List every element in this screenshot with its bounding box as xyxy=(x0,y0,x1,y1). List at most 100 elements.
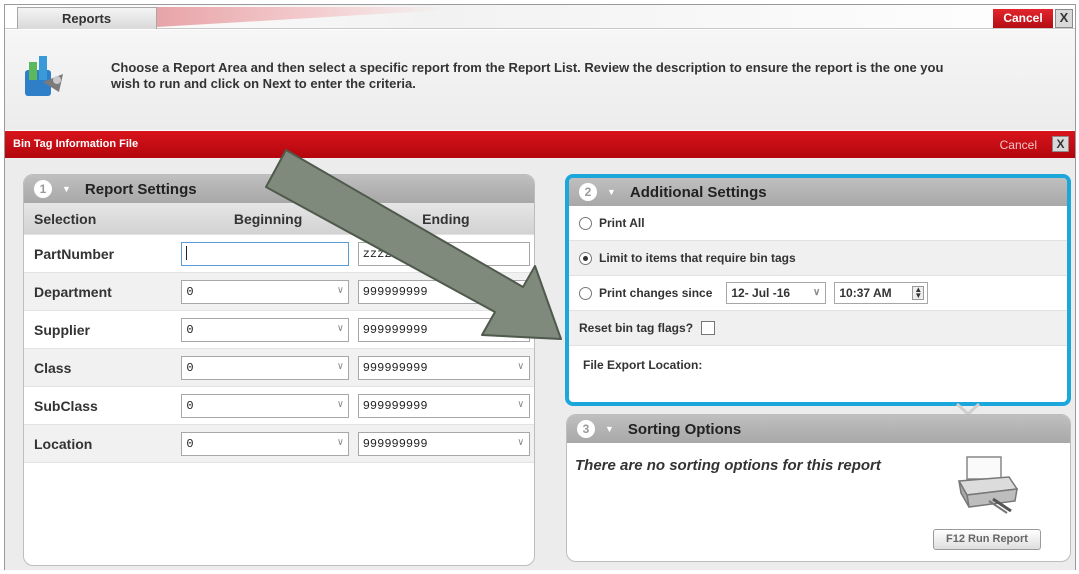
field-value: 0 xyxy=(186,284,194,299)
dialog-title: Bin Tag Information File xyxy=(13,138,139,150)
text-cursor xyxy=(186,246,188,261)
row-label: SubClass xyxy=(34,397,98,414)
top-close-icon[interactable]: X xyxy=(1055,9,1073,28)
tab-swoosh-decoration xyxy=(157,7,447,27)
field-value: zzzzzz xyxy=(362,246,406,261)
file-export-label: File Export Location: xyxy=(583,358,703,372)
subclass-beginning-select[interactable]: 0 ∨ xyxy=(181,393,350,418)
row-supplier: Supplier 0 ∨ 999999999 ∨ xyxy=(24,311,534,349)
reports-window: Reports Cancel X Choose a Report Area an… xyxy=(4,4,1076,570)
reports-tab[interactable]: Reports xyxy=(17,7,157,29)
chevron-down-icon[interactable]: ∨ xyxy=(337,357,343,379)
top-cancel-button[interactable]: Cancel xyxy=(993,9,1053,28)
chevron-down-icon[interactable]: ∨ xyxy=(337,433,343,455)
chevron-down-icon[interactable]: ∨ xyxy=(337,281,343,303)
collapse-triangle-icon[interactable]: ▼ xyxy=(607,187,616,197)
report-settings-panel: 1 ▼ Report Settings Selection Beginning … xyxy=(23,174,535,566)
additional-settings-header[interactable]: 2 ▼ Additional Settings xyxy=(569,178,1067,206)
collapse-triangle-icon[interactable]: ▼ xyxy=(62,184,71,194)
report-settings-header[interactable]: 1 ▼ Report Settings xyxy=(24,175,534,203)
supplier-beginning-select[interactable]: 0 ∨ xyxy=(181,317,350,342)
step-1-badge: 1 xyxy=(34,180,52,198)
sorting-options-panel: 3 ▼ Sorting Options There are no sorting… xyxy=(566,414,1071,562)
chevron-down-icon[interactable]: ∨ xyxy=(518,433,524,455)
time-value: 10:37 AM xyxy=(839,286,892,300)
limit-label: Limit to items that require bin tags xyxy=(599,251,796,265)
row-class: Class 0 ∨ 999999999 ∨ xyxy=(24,349,534,387)
print-changes-option[interactable]: Print changes since 12- Jul -16 ∨ 10:37 A… xyxy=(569,276,1067,311)
subclass-ending-select[interactable]: 999999999 ∨ xyxy=(357,393,530,418)
partnumber-beginning-input[interactable] xyxy=(181,241,350,266)
field-value: 0 xyxy=(186,360,194,375)
reset-flags-option: Reset bin tag flags? xyxy=(569,311,1067,346)
row-label: PartNumber xyxy=(34,245,115,262)
reset-flags-label: Reset bin tag flags? xyxy=(579,321,694,335)
instruction-line-1: Choose a Report Area and then select a s… xyxy=(111,60,944,75)
step-2-badge: 2 xyxy=(579,183,597,201)
header-beginning: Beginning xyxy=(233,210,303,227)
row-label: Supplier xyxy=(34,321,91,338)
row-label: Location xyxy=(34,435,93,452)
row-department: Department 0 ∨ 999999999 ∨ xyxy=(24,273,534,311)
instruction-line-2: wish to run and click on Next to enter t… xyxy=(111,76,416,91)
instruction-text: Choose a Report Area and then select a s… xyxy=(111,60,1077,92)
chevron-down-icon[interactable]: ∨ xyxy=(518,281,524,303)
header-selection: Selection xyxy=(34,210,97,227)
sorting-options-header[interactable]: 3 ▼ Sorting Options xyxy=(567,415,1070,443)
report-settings-title: Report Settings xyxy=(84,180,197,198)
row-location: Location 0 ∨ 999999999 ∨ xyxy=(24,425,534,463)
chevron-down-icon[interactable]: ∨ xyxy=(518,319,524,341)
time-spinner-icon[interactable]: ▲ ▼ xyxy=(912,286,925,300)
field-value: 999999999 xyxy=(362,284,428,299)
additional-settings-title: Additional Settings xyxy=(629,183,767,201)
chevron-down-icon[interactable]: ∨ xyxy=(337,319,343,341)
reports-tab-bar: Reports Cancel X xyxy=(5,5,1075,29)
limit-radio[interactable] xyxy=(579,251,592,265)
instruction-area: Choose a Report Area and then select a s… xyxy=(5,30,1075,130)
sorting-options-title: Sorting Options xyxy=(627,420,742,438)
field-value: 999999999 xyxy=(362,398,428,413)
chevron-down-icon[interactable]: ∨ xyxy=(337,395,343,417)
run-report-button[interactable]: F12 Run Report xyxy=(933,529,1041,550)
chevron-down-icon[interactable]: ∨ xyxy=(518,357,524,379)
changes-time-input[interactable]: 10:37 AM ▲ ▼ xyxy=(834,282,929,304)
no-sorting-message: There are no sorting options for this re… xyxy=(575,457,881,474)
additional-settings-panel: 2 ▼ Additional Settings Print All Limit … xyxy=(565,174,1071,406)
row-label: Class xyxy=(34,359,72,376)
dialog-title-bar: Bin Tag Information File Cancel X xyxy=(5,131,1075,158)
row-partnumber: PartNumber zzzzzz xyxy=(24,235,534,273)
row-subclass: SubClass 0 ∨ 999999999 ∨ xyxy=(24,387,534,425)
print-all-radio[interactable] xyxy=(579,216,592,230)
field-value: 999999999 xyxy=(362,322,428,337)
dialog-cancel-button[interactable]: Cancel xyxy=(1000,138,1037,152)
print-all-label: Print All xyxy=(599,216,645,230)
print-changes-label: Print changes since xyxy=(599,286,713,300)
chevron-down-icon[interactable]: ∨ xyxy=(518,395,524,417)
department-ending-select[interactable]: 999999999 ∨ xyxy=(357,279,530,304)
location-ending-select[interactable]: 999999999 ∨ xyxy=(357,431,530,456)
chevron-down-icon[interactable]: ∨ xyxy=(813,283,820,303)
dialog-close-icon[interactable]: X xyxy=(1052,136,1069,152)
header-ending: Ending xyxy=(422,210,470,227)
department-beginning-select[interactable]: 0 ∨ xyxy=(181,279,350,304)
partnumber-ending-input[interactable]: zzzzzz xyxy=(357,241,530,266)
work-area: 1 ▼ Report Settings Selection Beginning … xyxy=(5,158,1075,570)
reset-flags-checkbox[interactable] xyxy=(701,321,716,335)
field-value: 0 xyxy=(186,322,194,337)
printer-icon[interactable] xyxy=(953,455,1023,515)
collapse-triangle-icon[interactable]: ▼ xyxy=(605,424,614,434)
changes-date-picker[interactable]: 12- Jul -16 ∨ xyxy=(726,282,827,304)
supplier-ending-select[interactable]: 999999999 ∨ xyxy=(357,317,530,342)
field-value: 0 xyxy=(186,436,194,451)
field-value: 0 xyxy=(186,398,194,413)
location-beginning-select[interactable]: 0 ∨ xyxy=(181,431,350,456)
limit-option[interactable]: Limit to items that require bin tags xyxy=(569,241,1067,276)
class-beginning-select[interactable]: 0 ∨ xyxy=(181,355,350,380)
date-value: 12- Jul -16 xyxy=(731,286,791,300)
print-changes-radio[interactable] xyxy=(579,286,592,300)
class-ending-select[interactable]: 999999999 ∨ xyxy=(357,355,530,380)
report-wizard-icon xyxy=(25,56,63,96)
row-label: Department xyxy=(34,283,112,300)
print-all-option[interactable]: Print All xyxy=(569,206,1067,241)
step-3-badge: 3 xyxy=(577,420,595,438)
